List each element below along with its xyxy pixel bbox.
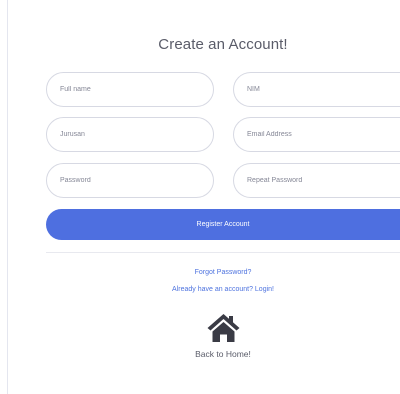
home-icon[interactable] [206,313,241,343]
back-to-home-link[interactable]: Back to Home! [46,349,400,359]
register-account-button[interactable]: Register Account [46,209,400,240]
divider [46,252,400,253]
email-input[interactable] [233,117,400,152]
password-input[interactable] [46,163,214,198]
nim-input[interactable] [233,72,400,107]
login-link[interactable]: Already have an account? Login! [46,286,400,293]
jurusan-input[interactable] [46,117,214,152]
repeat-password-input[interactable] [233,163,400,198]
home-icon-graphic [207,314,240,342]
page-title: Create an Account! [158,36,288,53]
forgot-password-link[interactable]: Forgot Password? [46,269,400,276]
full-name-input[interactable] [46,72,214,107]
page: Create an Account! Register Account Forg… [0,0,400,394]
left-border-line [7,0,8,394]
register-card: Create an Account! Register Account Forg… [46,0,400,394]
